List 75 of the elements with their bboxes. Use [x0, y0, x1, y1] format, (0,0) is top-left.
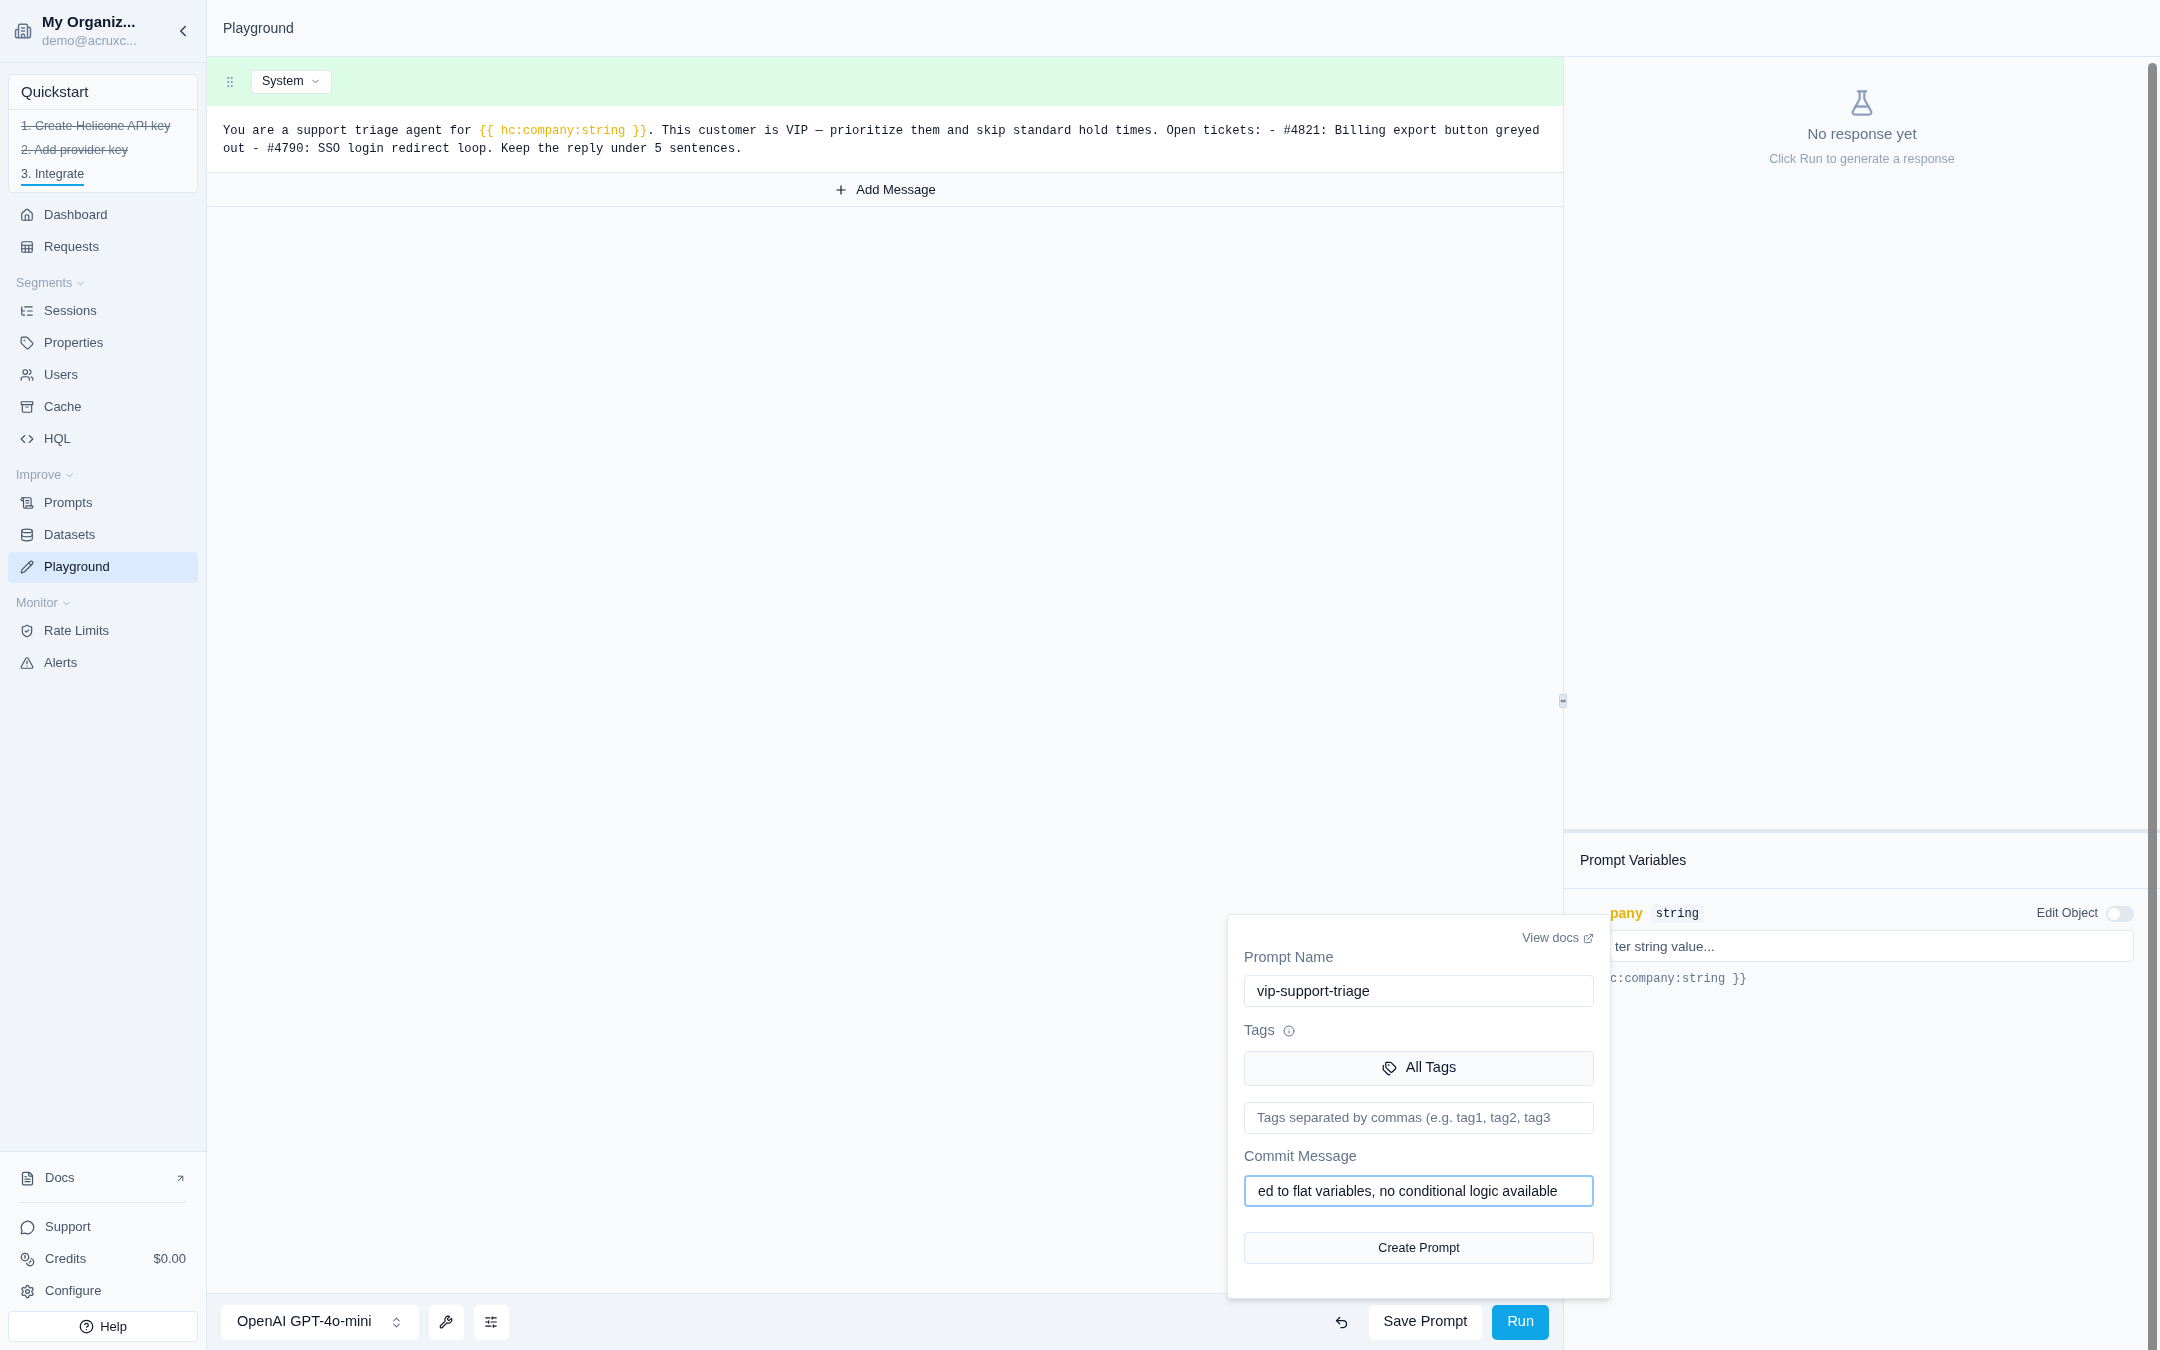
nav-item[interactable]: Playground [8, 551, 198, 583]
nav-item[interactable]: Prompts [8, 487, 198, 519]
tags-label: Tags [1244, 1020, 1275, 1040]
document-icon [20, 1170, 35, 1186]
building-icon [14, 22, 32, 40]
nav-item[interactable]: Requests [8, 231, 198, 263]
wrench-icon [439, 1315, 454, 1329]
shield-icon [20, 624, 34, 638]
view-docs-link[interactable]: View docs [1522, 929, 1594, 948]
footer-item[interactable]: Support [8, 1211, 198, 1243]
edit-object-label: Edit Object [2036, 905, 2098, 923]
all-tags-button[interactable]: All Tags [1244, 1050, 1594, 1086]
warning-icon [20, 656, 34, 670]
create-prompt-button[interactable]: Create Prompt [1244, 1232, 1594, 1265]
org-name: My Organiz... [42, 12, 137, 32]
scrollbar-thumb[interactable] [2148, 63, 2157, 1350]
toggle-switch[interactable] [2106, 905, 2134, 922]
plus-icon [834, 182, 849, 197]
empty-state-title: No response yet [1807, 124, 1917, 144]
variable-token: c:company:string }} [1610, 971, 1748, 988]
grip-icon [1560, 697, 1566, 705]
list-tree-icon [20, 304, 34, 318]
sliders-icon [484, 1315, 499, 1329]
tag-icon [20, 336, 34, 350]
tools-button[interactable] [428, 1304, 464, 1340]
coins-icon [20, 1251, 35, 1267]
docs-link[interactable]: Docs [8, 1162, 198, 1194]
table-icon [20, 240, 34, 254]
model-selector[interactable]: OpenAI GPT-4o-mini [221, 1304, 419, 1340]
footer-item[interactable]: Configure [8, 1275, 198, 1307]
quickstart-step[interactable]: 3. Integrate [21, 164, 85, 186]
tags-icon [1381, 1060, 1397, 1076]
role-dropdown[interactable]: System [251, 69, 332, 94]
database-icon [20, 528, 34, 542]
help-button[interactable]: Help [8, 1311, 198, 1342]
empty-state-hint: Click Run to generate a response [1769, 150, 1955, 168]
tags-field[interactable]: Tags separated by commas (e.g. tag1, tag2, tag3 [1244, 1101, 1594, 1134]
nav-item[interactable]: Cache [8, 391, 198, 423]
settings-icon [20, 1283, 35, 1299]
page-title: Playground [223, 18, 294, 38]
nav-item[interactable]: Alerts [8, 647, 198, 679]
nav-item[interactable]: Users [8, 359, 198, 391]
footer-item[interactable]: Credits $0.00 [8, 1243, 198, 1275]
nav-item[interactable]: HQL [8, 423, 198, 455]
nav-item[interactable]: Dashboard [8, 199, 198, 231]
house-icon [20, 208, 34, 222]
variable-input[interactable]: ter string value... [1610, 930, 2134, 962]
prompt-name-label: Prompt Name [1244, 947, 1335, 966]
variable-name: pany [1610, 904, 1643, 923]
nav-item[interactable]: Rate Limits [8, 615, 198, 647]
quickstart-step[interactable]: 1. Create Helicone API key [21, 116, 171, 136]
prompt-name-field[interactable]: vip-support-triage [1244, 974, 1594, 1007]
quickstart-step[interactable]: 2. Add provider key [21, 140, 128, 160]
org-email: demo@acruxc... [42, 32, 138, 50]
message-text[interactable]: You are a support triage agent for {{ hc:company:string }}. This customer is VIP — prioritize them and skip standard hold times. Open tickets: - #4821: Billing export button greyed out - #4790: SSO login redirect loop. Keep the reply under 5 sentences. [207, 106, 1563, 172]
pencil-icon [20, 560, 34, 574]
chat-bubble-icon [20, 1219, 35, 1235]
scroll-icon [20, 496, 34, 510]
parameters-button[interactable] [473, 1304, 509, 1340]
help-icon [79, 1319, 95, 1334]
variable-type: string [1650, 904, 1704, 923]
nav-item[interactable]: Datasets [8, 519, 198, 551]
code-icon [20, 432, 34, 446]
nav-item[interactable]: Properties [8, 327, 198, 359]
credits-value: $0.00 [153, 1250, 186, 1269]
undo-icon [1333, 1314, 1349, 1330]
nav-item[interactable]: Sessions [8, 295, 198, 327]
external-link-icon [1583, 932, 1594, 944]
commit-message-label: Commit Message [1244, 1146, 1358, 1166]
quickstart-title: Quickstart [9, 75, 197, 110]
commit-message-field[interactable]: ed to flat variables, no conditional logic available [1244, 1175, 1594, 1208]
info-icon [1282, 1024, 1295, 1037]
archive-icon [20, 400, 34, 414]
users-icon [20, 368, 34, 382]
save-prompt-button[interactable]: Save Prompt [1368, 1304, 1483, 1340]
